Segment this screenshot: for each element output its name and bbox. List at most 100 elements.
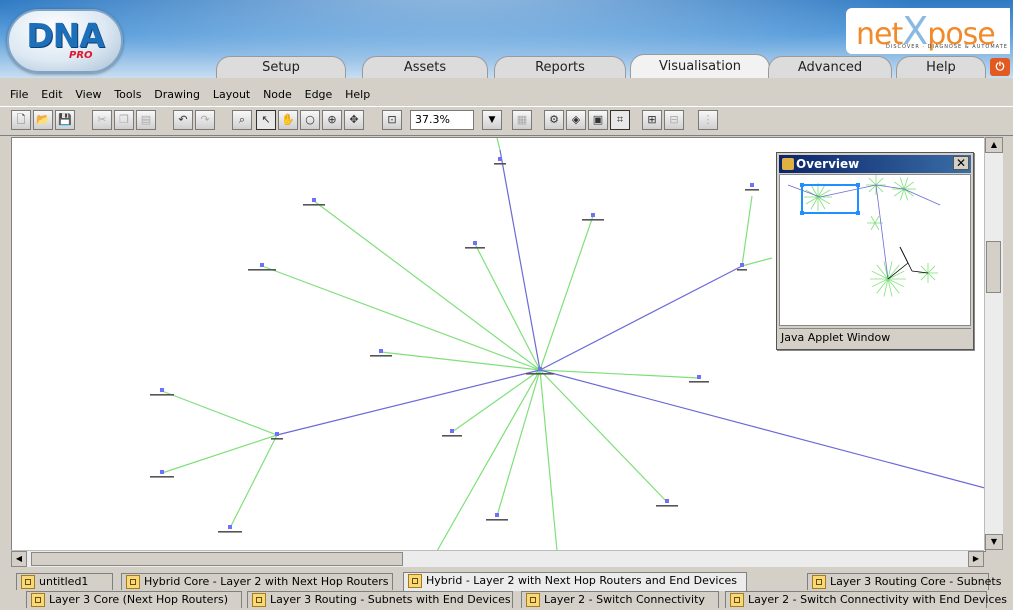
resize-handle[interactable] <box>800 183 804 187</box>
edge-link[interactable] <box>499 149 541 371</box>
menu-file[interactable]: File <box>10 86 28 104</box>
menu-edit[interactable]: Edit <box>41 86 62 104</box>
network-node[interactable] <box>750 183 754 187</box>
view-tab-hybrid-end-devices[interactable]: Hybrid - Layer 2 with Next Hop Routers a… <box>403 572 747 591</box>
edge-link[interactable] <box>161 390 278 436</box>
network-node[interactable] <box>473 241 477 245</box>
scroll-right-icon[interactable]: ▶ <box>968 551 984 567</box>
zoom-fit-icon[interactable]: ⊡ <box>382 110 402 130</box>
resize-handle[interactable] <box>856 211 860 215</box>
chevron-down-icon[interactable]: ▼ <box>482 110 502 130</box>
menu-edge[interactable]: Edge <box>305 86 333 104</box>
network-node[interactable] <box>312 198 316 202</box>
overview-graph[interactable] <box>780 175 970 325</box>
network-node[interactable] <box>228 525 232 529</box>
viewport-selection[interactable] <box>801 184 859 214</box>
view-tab-layer2-switch[interactable]: Layer 2 - Switch Connectivity <box>521 591 719 608</box>
zoom-icon[interactable]: ○ <box>300 110 320 130</box>
edge-link[interactable] <box>539 369 985 489</box>
center-icon[interactable]: ✥ <box>344 110 364 130</box>
network-node[interactable] <box>160 470 164 474</box>
vertical-scroll-thumb[interactable] <box>986 241 1001 293</box>
view-tab-layer2-switch-end-devices[interactable]: Layer 2 - Switch Connectivity with End D… <box>725 591 1007 608</box>
network-node[interactable] <box>665 499 669 503</box>
zoom-in-icon[interactable]: ⊕ <box>322 110 342 130</box>
edge-link[interactable] <box>161 434 278 474</box>
edge-link[interactable] <box>474 243 541 371</box>
edge-link[interactable] <box>436 369 541 551</box>
redo-icon[interactable]: ↷ <box>195 110 215 130</box>
view-tab-untitled1[interactable]: untitled1 <box>16 573 113 590</box>
overview-canvas[interactable] <box>779 174 971 326</box>
edge-link[interactable] <box>539 369 668 503</box>
edge-link[interactable] <box>741 195 753 267</box>
network-node[interactable] <box>591 213 595 217</box>
edge-link[interactable] <box>741 257 773 267</box>
layout-icon[interactable]: ▣ <box>588 110 608 130</box>
scroll-up-icon[interactable]: ▲ <box>985 137 1003 153</box>
edge-link[interactable] <box>451 369 541 433</box>
tab-assets[interactable]: Assets <box>362 56 488 78</box>
tab-visualisation[interactable]: Visualisation <box>630 54 770 78</box>
view-tab-layer3-routing-subnets[interactable]: Layer 3 Routing - Subnets with End Devic… <box>247 591 513 608</box>
menu-help[interactable]: Help <box>345 86 370 104</box>
tab-setup[interactable]: Setup <box>216 56 346 78</box>
cut-icon[interactable]: ✂ <box>92 110 112 130</box>
edge-link[interactable] <box>496 138 501 151</box>
network-node[interactable] <box>260 263 264 267</box>
undo-icon[interactable]: ↶ <box>173 110 193 130</box>
resize-handle[interactable] <box>800 211 804 215</box>
find-icon[interactable]: ⌕ <box>232 110 252 130</box>
tab-advanced[interactable]: Advanced <box>768 56 892 78</box>
view-tab-layer3-routing-core[interactable]: Layer 3 Routing Core - Subnets <box>807 573 1001 590</box>
paste-icon[interactable]: ▤ <box>136 110 156 130</box>
horizontal-scrollbar[interactable]: ◀ ▶ <box>11 550 984 567</box>
horizontal-scroll-thumb[interactable] <box>31 552 403 566</box>
new-icon[interactable]: 🗋 <box>11 110 31 130</box>
hierarchy-icon[interactable]: ⋮ <box>698 110 718 130</box>
network-node[interactable] <box>498 157 502 161</box>
network-node[interactable] <box>697 375 701 379</box>
network-node[interactable] <box>495 513 499 517</box>
network-node[interactable] <box>160 388 164 392</box>
copy-icon[interactable]: ❐ <box>114 110 134 130</box>
edge-link[interactable] <box>496 369 541 517</box>
open-icon[interactable]: 📂 <box>33 110 53 130</box>
power-icon[interactable]: ⏻ <box>990 58 1010 76</box>
save-icon[interactable]: 💾 <box>55 110 75 130</box>
view-tab-layer3-core[interactable]: Layer 3 Core (Next Hop Routers) <box>26 591 242 608</box>
network-node[interactable] <box>450 429 454 433</box>
overview-window[interactable]: Overview ✕ Java Applet Window <box>776 152 974 350</box>
menu-drawing[interactable]: Drawing <box>154 86 200 104</box>
scroll-left-icon[interactable]: ◀ <box>11 551 27 567</box>
pan-icon[interactable]: ✋ <box>278 110 298 130</box>
menu-tools[interactable]: Tools <box>114 86 141 104</box>
zoom-field[interactable]: 37.3% <box>410 110 474 130</box>
menu-view[interactable]: View <box>75 86 101 104</box>
graph-icon[interactable]: ⌗ <box>610 110 630 130</box>
settings-icon[interactable]: ⚙ <box>544 110 564 130</box>
resize-handle[interactable] <box>856 183 860 187</box>
vertical-scrollbar[interactable]: ▲ ▼ <box>984 137 1003 550</box>
scroll-down-icon[interactable]: ▼ <box>985 534 1003 550</box>
edge-link[interactable] <box>229 434 278 529</box>
tab-reports[interactable]: Reports <box>494 56 626 78</box>
edge-link[interactable] <box>276 369 541 436</box>
network-node[interactable] <box>740 263 744 267</box>
close-icon[interactable]: ✕ <box>953 156 969 170</box>
edge-link[interactable] <box>539 369 558 551</box>
filter-icon[interactable]: ◈ <box>566 110 586 130</box>
edge-link[interactable] <box>313 200 541 371</box>
tab-help[interactable]: Help <box>896 56 986 78</box>
network-node[interactable] <box>379 349 383 353</box>
tree2-icon[interactable]: ⊟ <box>664 110 684 130</box>
image-icon[interactable]: ▦ <box>512 110 532 130</box>
view-tab-hybrid-core[interactable]: Hybrid Core - Layer 2 with Next Hop Rout… <box>121 573 393 590</box>
tree-icon[interactable]: ⊞ <box>642 110 662 130</box>
network-node[interactable] <box>538 367 542 371</box>
menu-node[interactable]: Node <box>263 86 292 104</box>
select-icon[interactable]: ↖ <box>256 110 276 130</box>
network-node[interactable] <box>275 432 279 436</box>
overview-titlebar[interactable]: Overview ✕ <box>779 155 971 173</box>
menu-layout[interactable]: Layout <box>213 86 250 104</box>
